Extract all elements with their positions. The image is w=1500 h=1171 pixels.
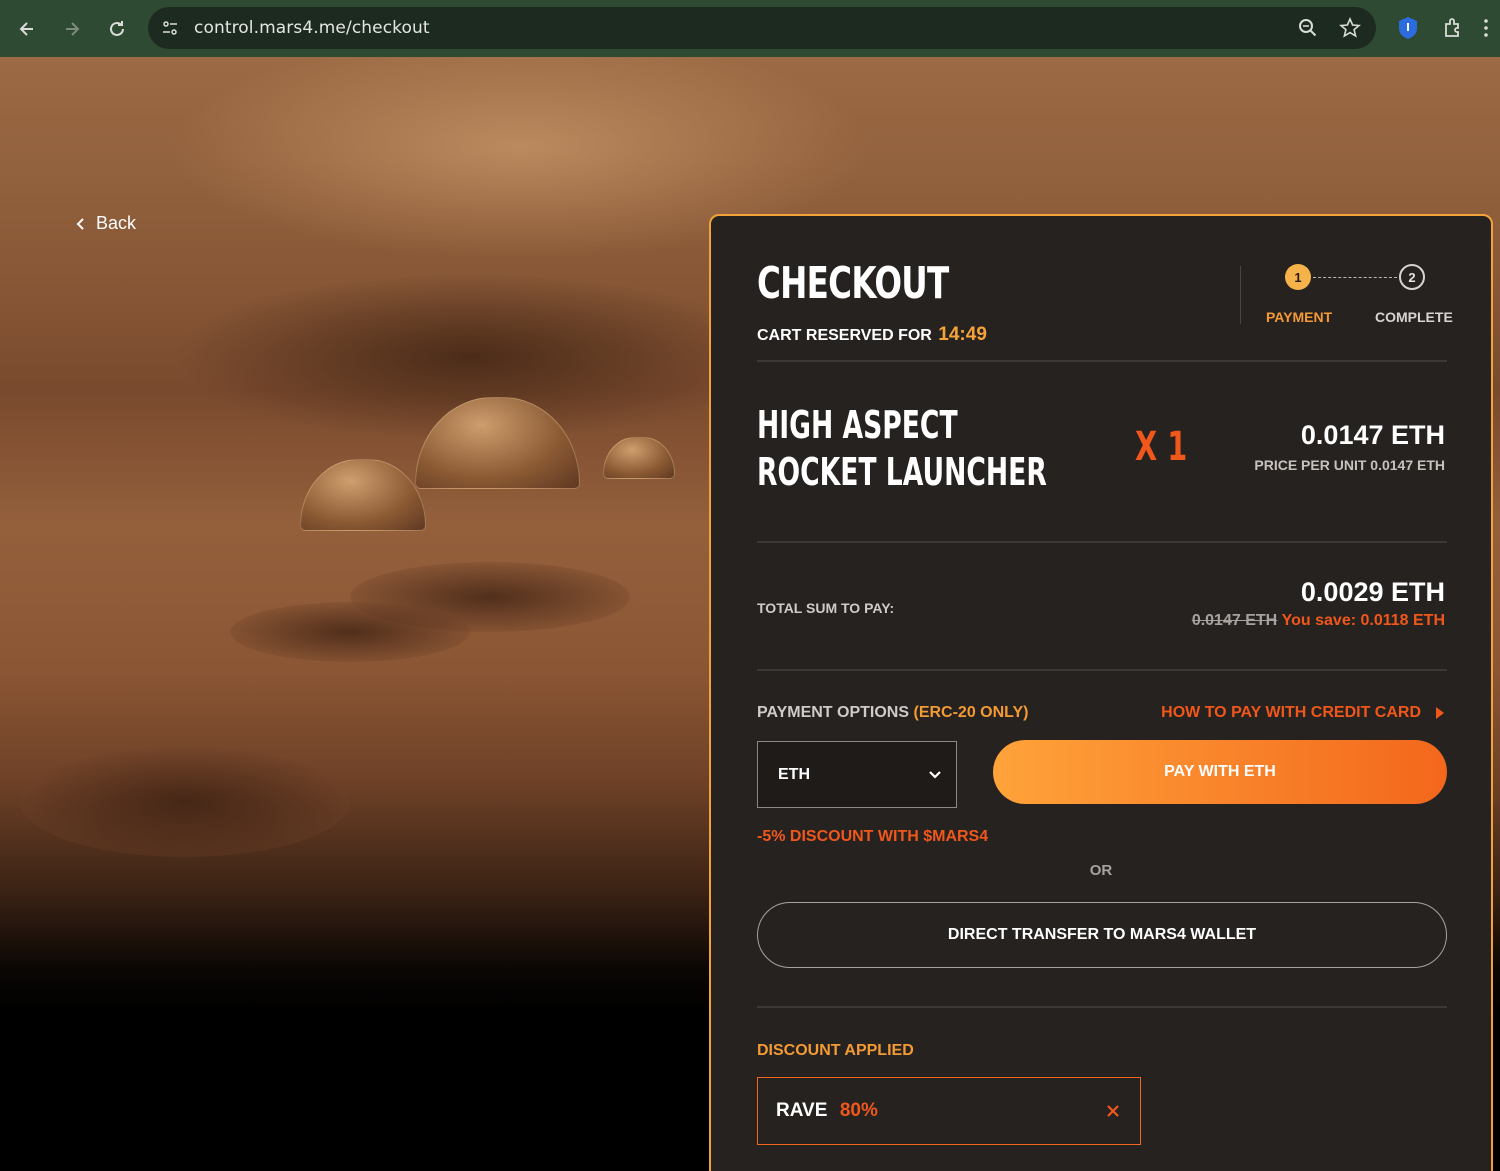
product-name: HIGH ASPECT ROCKET LAUNCHER xyxy=(757,403,1047,494)
back-label: Back xyxy=(96,213,137,233)
close-icon[interactable] xyxy=(1106,1104,1120,1118)
or-separator: OR xyxy=(1089,862,1113,879)
total-amount: 0.0029 ETH xyxy=(1300,577,1445,607)
habitat-dome xyxy=(415,397,580,489)
chevron-left-icon xyxy=(76,217,84,230)
direct-transfer-button[interactable]: DIRECT TRANSFER TO MARS4 WALLET xyxy=(757,902,1447,968)
product-price-block: 0.0147 ETH PRICE PER UNIT 0.0147 ETH xyxy=(1254,420,1445,473)
erc20-note: (ERC-20 ONLY) xyxy=(913,704,1029,721)
divider xyxy=(757,669,1447,671)
divider xyxy=(757,541,1447,543)
menu-kebab-icon[interactable] xyxy=(1478,13,1494,43)
forward-arrow-icon[interactable] xyxy=(50,7,94,51)
total-label: TOTAL SUM TO PAY: xyxy=(757,600,895,616)
chevron-down-icon xyxy=(929,770,941,779)
bookmark-star-icon[interactable] xyxy=(1336,14,1364,42)
step-2-indicator: 2 xyxy=(1399,264,1425,290)
reservation-timer: 14:49 xyxy=(938,324,987,345)
play-arrow-icon xyxy=(1436,707,1444,719)
page-title: CHECKOUT xyxy=(757,258,949,309)
product-quantity: X 1 xyxy=(1135,424,1188,470)
url-text: control.mars4.me/checkout xyxy=(194,18,430,38)
step-2-label: COMPLETE xyxy=(1375,309,1453,325)
discount-applied-label: DISCOUNT APPLIED xyxy=(757,1042,914,1059)
savings-text: You save: 0.0118 ETH xyxy=(1281,612,1445,629)
site-settings-icon[interactable] xyxy=(158,16,182,40)
payment-options-label: PAYMENT OPTIONS (ERC-20 ONLY) xyxy=(757,704,1028,722)
shield-extension-icon[interactable] xyxy=(1393,13,1423,43)
habitat-dome xyxy=(300,459,426,531)
pay-with-eth-button[interactable]: PAY WITH ETH xyxy=(993,740,1447,804)
currency-selected: ETH xyxy=(778,765,810,783)
divider xyxy=(757,360,1447,362)
howto-label: HOW TO PAY WITH CREDIT CARD xyxy=(1161,704,1421,721)
crater xyxy=(230,602,470,662)
mars4-discount-note: -5% DISCOUNT WITH $MARS4 xyxy=(757,828,989,845)
currency-select[interactable]: ETH xyxy=(757,741,957,808)
total-block: 0.0029 ETH 0.0147 ETH You save: 0.0118 E… xyxy=(1192,577,1445,630)
applied-coupon: RAVE 80% xyxy=(757,1077,1141,1145)
step-connector xyxy=(1313,277,1397,278)
product-price: 0.0147 ETH xyxy=(1300,420,1445,450)
steps-divider xyxy=(1240,266,1241,324)
checkout-panel: CHECKOUT CART RESERVED FOR 14:49 1 2 PAY… xyxy=(709,214,1493,1171)
cart-reserved-text: CART RESERVED FOR 14:49 xyxy=(757,324,987,346)
coupon-code: RAVE xyxy=(776,1100,828,1121)
zoom-icon[interactable] xyxy=(1294,14,1322,42)
address-bar[interactable]: control.mars4.me/checkout xyxy=(148,7,1376,49)
credit-card-howto-link[interactable]: HOW TO PAY WITH CREDIT CARD xyxy=(1161,704,1445,722)
coupon-percent: 80% xyxy=(839,1100,878,1121)
reload-icon[interactable] xyxy=(95,7,139,51)
original-price: 0.0147 ETH xyxy=(1191,612,1278,629)
back-link[interactable]: Back xyxy=(76,213,136,234)
extensions-puzzle-icon[interactable] xyxy=(1439,13,1469,43)
cart-reserved-label: CART RESERVED FOR xyxy=(757,327,932,344)
habitat-dome xyxy=(603,437,675,479)
unit-price: PRICE PER UNIT 0.0147 ETH xyxy=(1254,457,1445,473)
divider xyxy=(757,1006,1447,1008)
crater xyxy=(20,747,350,857)
browser-toolbar: control.mars4.me/checkout xyxy=(0,0,1500,57)
step-1-label: PAYMENT xyxy=(1266,309,1333,325)
payment-options-text: PAYMENT OPTIONS xyxy=(757,704,910,721)
step-1-indicator: 1 xyxy=(1285,264,1311,290)
back-arrow-icon[interactable] xyxy=(5,7,49,51)
